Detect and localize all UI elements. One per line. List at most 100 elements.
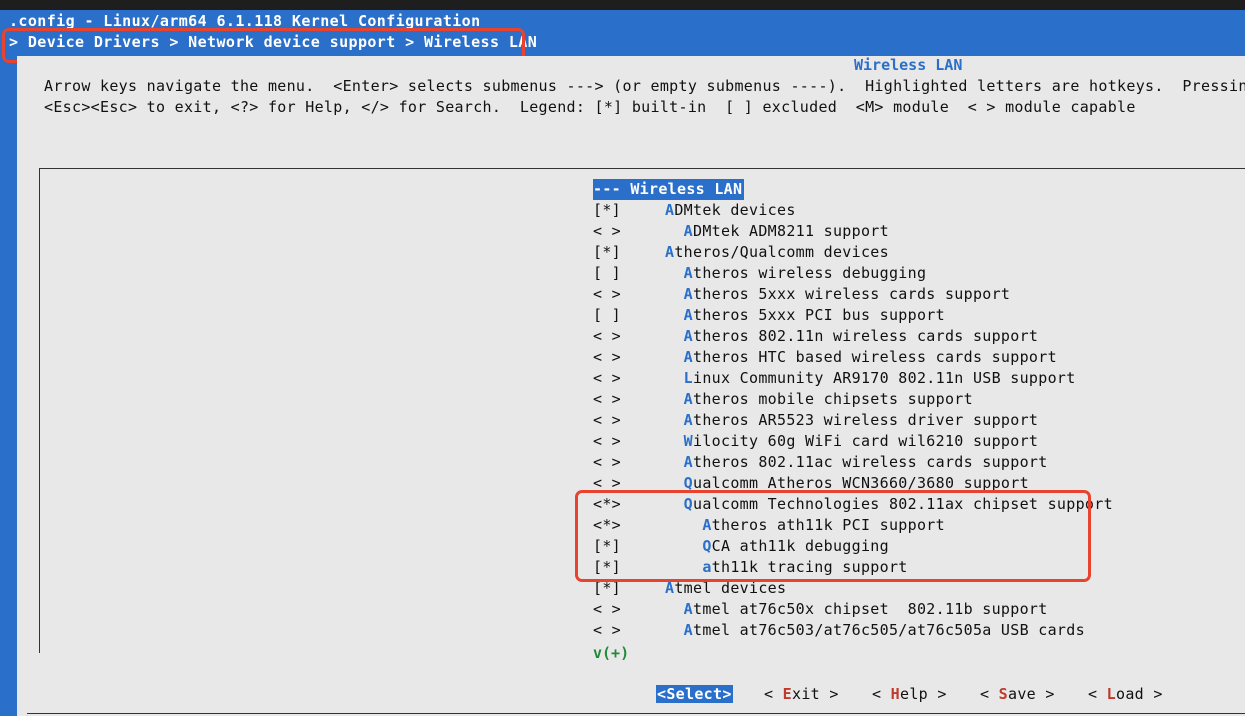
menu-item-state[interactable]: < > [593,452,665,473]
menu-item-label: theros HTC based wireless cards support [693,348,1057,366]
menu-item[interactable]: < > Linux Community AR9170 802.11n USB s… [593,368,1076,389]
menu-item-state[interactable]: < > [593,347,665,368]
menu-item-state[interactable]: <*> [593,494,665,515]
terminal-top-border [0,0,1245,10]
menu-item-hotkey: A [683,264,694,282]
menu-item-hotkey: A [683,453,694,471]
menu-item-indent [665,285,684,303]
help-button[interactable]: < Help > [872,685,947,703]
menu-item-indent [665,516,702,534]
save-button[interactable]: < Save > [980,685,1055,703]
menu-item[interactable]: < > Atheros mobile chipsets support [593,389,973,410]
menu-item[interactable]: < > Atheros 802.11n wireless cards suppo… [593,326,1038,347]
save-button-hotkey: S [998,685,1009,703]
menu-item-hotkey: A [665,579,675,597]
menu-item-label: theros mobile chipsets support [693,390,973,408]
menu-item-state[interactable]: < > [593,389,665,410]
menu-item-state[interactable]: < > [593,326,665,347]
menu-item[interactable]: < > Atheros AR5523 wireless driver suppo… [593,410,1038,431]
menu-item-hotkey: A [683,306,694,324]
menu-item[interactable]: < > Atmel at76c50x chipset 802.11b suppo… [593,599,1048,620]
dialog-title: Wireless LAN [854,56,963,74]
menu-item-state[interactable]: <*> [593,515,665,536]
save-button-left: < [980,685,999,703]
menu-item-hotkey: Q [683,495,694,513]
menu-item-label: Wireless LAN [630,180,743,198]
menu-item-indent [665,411,684,429]
menu-item-indent [665,432,684,450]
menu-item-state[interactable]: [*] [593,200,665,221]
menu-item-indent [665,306,684,324]
help-button-left: < [872,685,891,703]
menu-item[interactable]: [*] ath11k tracing support [593,557,908,578]
menu-item-state[interactable]: < > [593,473,665,494]
menu-item[interactable]: [ ] Atheros wireless debugging [593,263,926,284]
exit-button-right: > [820,685,839,703]
menu-item-label: inux Community AR9170 802.11n USB suppor… [693,369,1076,387]
menu-item[interactable]: [*] Atheros/Qualcomm devices [593,242,889,263]
exit-button-label: xit [792,685,821,703]
menu-item-wireless-lan-selected[interactable]: --- Wireless LAN [593,179,745,200]
menuconfig-dialog: Wireless LAN Arrow keys navigate the men… [17,56,1245,716]
help-text-line-1: Arrow keys navigate the menu. <Enter> se… [44,77,1245,95]
menu-item[interactable]: <*> Qualcomm Technologies 802.11ax chips… [593,494,1113,515]
menu-item-state[interactable]: < > [593,368,665,389]
exit-button-hotkey: E [782,685,793,703]
menu-item[interactable]: [ ] Atheros 5xxx PCI bus support [593,305,945,326]
menu-item-indent [665,222,684,240]
menu-item-state[interactable]: < > [593,410,665,431]
menu-item-label: theros 802.11ac wireless cards support [693,453,1048,471]
menu-item-state[interactable]: < > [593,620,665,641]
menu-item-hotkey: a [702,558,712,576]
menu-item-state[interactable]: < > [593,431,665,452]
menu-item[interactable]: < > Atheros 5xxx wireless cards support [593,284,1010,305]
menu-item-state[interactable]: < > [593,284,665,305]
menu-item[interactable]: < > Qualcomm Atheros WCN3660/3680 suppor… [593,473,1029,494]
menu-item[interactable]: < > ADMtek ADM8211 support [593,221,889,242]
menu-item-hotkey: A [683,348,694,366]
menu-item-label: theros ath11k PCI support [711,516,945,534]
menu-item[interactable]: <*> Atheros ath11k PCI support [593,515,945,536]
menu-item-indent [665,558,702,576]
menu-item-indent [665,390,684,408]
menu-item-indent [665,600,684,618]
menu-item-hotkey: A [683,285,694,303]
menu-item[interactable]: < > Atheros HTC based wireless cards sup… [593,347,1057,368]
menu-item-state[interactable]: [*] [593,242,665,263]
menu-item[interactable]: < > Atmel at76c503/at76c505/at76c505a US… [593,620,1085,641]
menu-item-state[interactable]: [*] [593,557,665,578]
save-button-right: > [1036,685,1055,703]
menu-item-state[interactable]: < > [593,599,665,620]
menu-item-label: theros AR5523 wireless driver support [693,411,1039,429]
menu-item[interactable]: [*] Atmel devices [593,578,786,599]
menu-item-hotkey: A [683,390,694,408]
menu-item-state[interactable]: [ ] [593,263,665,284]
menu-item-hotkey: A [665,243,675,261]
select-button[interactable]: <Select> [656,685,733,703]
dialog-bottom-border [27,713,1245,714]
menu-item[interactable]: < > Wilocity 60g WiFi card wil6210 suppo… [593,431,1038,452]
menu-item-state[interactable]: [*] [593,578,665,599]
help-button-label: elp [900,685,929,703]
exit-button[interactable]: < Exit > [764,685,839,703]
menu-item-indent [665,621,684,639]
menu-item-label: tmel at76c503/at76c505/at76c505a USB car… [693,621,1085,639]
save-button-label: ave [1008,685,1037,703]
menu-item[interactable]: [*] QCA ath11k debugging [593,536,889,557]
menu-item-hotkey: A [683,621,694,639]
menu-item-hotkey: A [665,201,675,219]
menu-item-state[interactable]: < > [593,221,665,242]
menu-item-label: DMtek ADM8211 support [693,222,889,240]
menu-item-indent [665,264,684,282]
load-button[interactable]: < Load > [1088,685,1163,703]
menu-item[interactable]: < > Atheros 802.11ac wireless cards supp… [593,452,1048,473]
menu-item-state[interactable]: [ ] [593,305,665,326]
menu-item-state[interactable]: [*] [593,536,665,557]
menu-item-hotkey: A [683,222,694,240]
load-button-hotkey: L [1106,685,1117,703]
load-button-left: < [1088,685,1107,703]
help-button-right: > [928,685,947,703]
menu-item[interactable]: [*] ADMtek devices [593,200,796,221]
menu-item-indent [665,537,702,555]
breadcrumb: > Device Drivers > Network device suppor… [9,33,538,51]
